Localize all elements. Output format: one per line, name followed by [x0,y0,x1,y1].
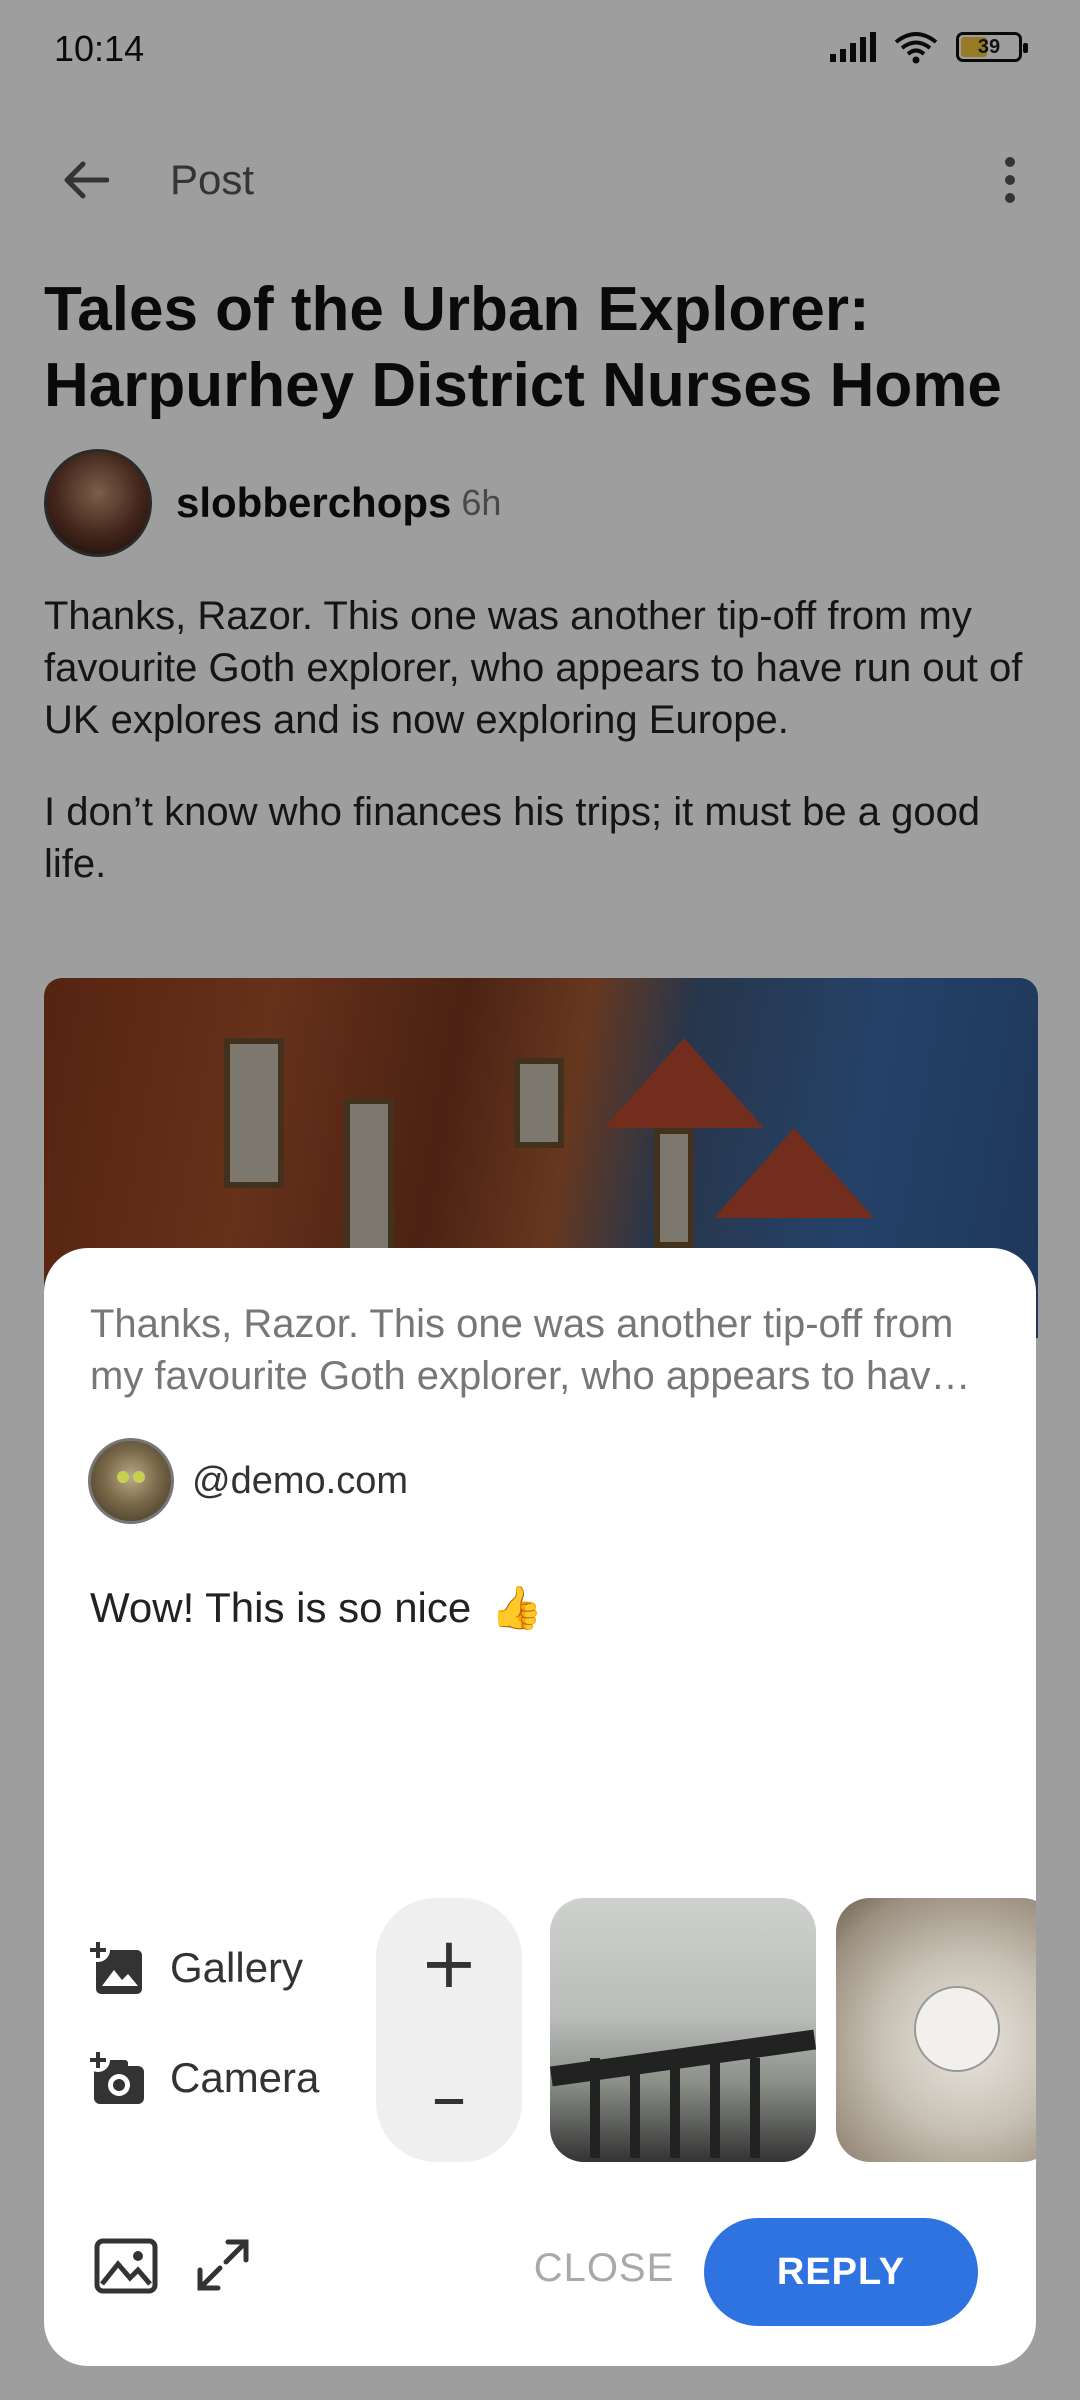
thumbs-up-emoji: 👍 [490,1584,544,1631]
image-count-stepper: + – [376,1898,522,2162]
battery-level: 39 [977,35,1001,58]
add-camera-icon [86,2048,144,2104]
attach-options: Gallery Camera [84,1928,319,2148]
close-button[interactable]: CLOSE [514,2228,694,2308]
reply-button[interactable]: REPLY [704,2218,978,2326]
attach-camera-label: Camera [170,2054,320,2101]
add-photo-icon [86,1938,142,1994]
minus-button[interactable]: – [376,2042,522,2152]
gallery-thumbnail[interactable] [836,1898,1036,2162]
attach-gallery-button[interactable]: Gallery [84,1928,319,2008]
attach-camera-button[interactable]: Camera [84,2038,319,2118]
reply-input[interactable]: Wow! This is so nice 👍 [90,1584,543,1633]
account-row[interactable]: @demo.com [88,1436,408,1526]
quoted-text: Thanks, Razor. This one was another tip-… [90,1302,954,1398]
insert-image-button[interactable] [94,2238,158,2294]
gallery-thumbnail[interactable] [550,1898,816,2162]
expand-icon [197,2239,249,2291]
attach-gallery-label: Gallery [170,1944,304,1991]
expand-button[interactable] [194,2236,252,2294]
reply-sheet: Thanks, Razor. This one was another tip-… [44,1248,1036,2366]
reply-input-text: Wow! This is so nice [90,1584,472,1631]
account-avatar [88,1438,174,1524]
sheet-actions: CLOSE REPLY [44,2198,1036,2348]
account-handle: @demo.com [192,1459,408,1502]
plus-button[interactable]: + [376,1908,522,2018]
image-icon [94,2238,158,2294]
